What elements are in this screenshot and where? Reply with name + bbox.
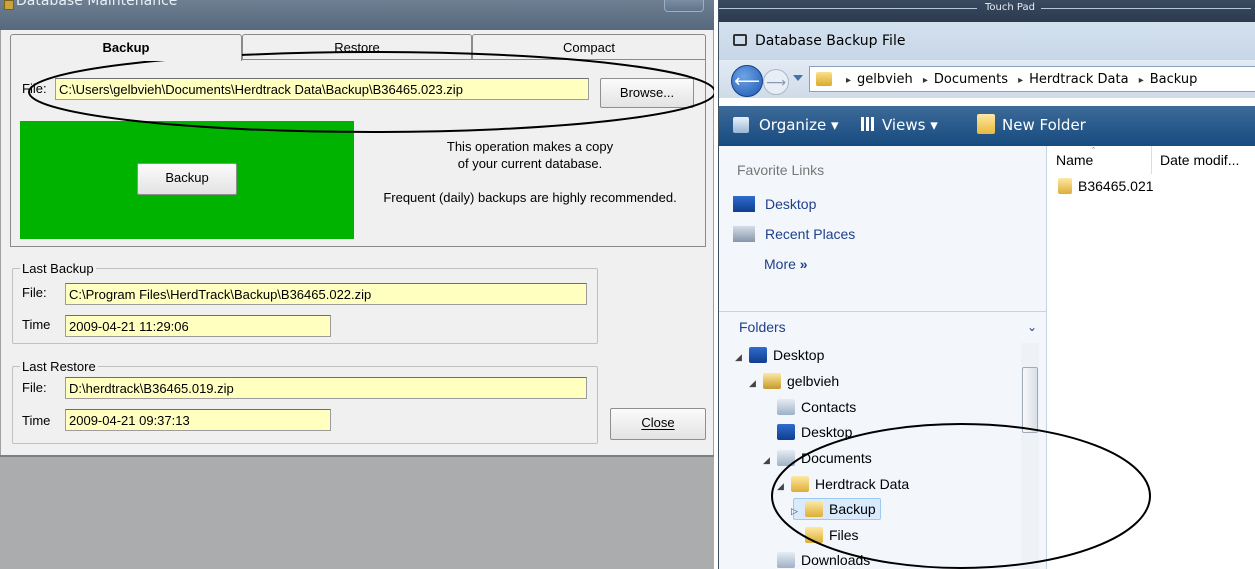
window-title: Database Maintenance bbox=[16, 0, 178, 9]
tab-compact[interactable]: Compact bbox=[472, 34, 706, 61]
title-bar: Database Maintenance bbox=[0, 0, 714, 30]
column-header-name[interactable]: Name bbox=[1048, 146, 1152, 174]
folder-icon bbox=[816, 72, 832, 86]
tree-item-desktop-2[interactable]: Desktop bbox=[763, 424, 852, 440]
backup-file-input[interactable]: C:\Users\gelbvieh\Documents\Herdtrack Da… bbox=[55, 78, 589, 100]
documents-icon bbox=[777, 450, 795, 466]
touchpad-label: Touch Pad bbox=[985, 2, 1035, 13]
favorite-desktop[interactable]: Desktop bbox=[733, 196, 816, 212]
minimize-button[interactable] bbox=[664, 0, 704, 12]
breadcrumb-documents[interactable]: Documents bbox=[934, 72, 1008, 87]
tree-item-gelbvieh[interactable]: ◢ gelbvieh bbox=[749, 373, 839, 389]
desktop-icon bbox=[777, 424, 795, 440]
new-folder-button[interactable]: New Folder bbox=[1002, 116, 1086, 134]
last-restore-time-label: Time bbox=[22, 413, 51, 428]
tree-item-backup[interactable]: ▷ Backup bbox=[791, 501, 876, 517]
desktop-icon bbox=[749, 347, 767, 363]
favorite-recent-places[interactable]: Recent Places bbox=[733, 226, 855, 242]
sort-arrow-icon: ˆ bbox=[1092, 146, 1095, 156]
breadcrumb-gelbvieh[interactable]: gelbvieh bbox=[857, 72, 913, 87]
description-line-3: Frequent (daily) backups are highly reco… bbox=[383, 190, 677, 205]
tab-restore[interactable]: Restore bbox=[242, 34, 472, 61]
organize-menu[interactable]: Organize ▾ bbox=[759, 116, 839, 134]
tree-item-contacts[interactable]: Contacts bbox=[763, 399, 856, 415]
file-list-pane: Name ˆ Date modif... B36465.021 bbox=[1048, 146, 1255, 569]
close-button[interactable]: Close bbox=[610, 408, 706, 440]
folders-header[interactable]: Folders ⌄ bbox=[719, 311, 1047, 343]
browse-button[interactable]: Browse... bbox=[600, 78, 694, 108]
last-restore-file-field: D:\herdtrack\B36465.019.zip bbox=[65, 377, 587, 399]
views-icon bbox=[861, 117, 875, 131]
command-bar: Organize ▾ Views ▾ New Folder bbox=[719, 106, 1255, 146]
forward-arrow-icon[interactable]: ⟶ bbox=[763, 69, 789, 95]
zip-file-icon bbox=[1058, 178, 1072, 194]
breadcrumb-backup[interactable]: Backup bbox=[1150, 72, 1198, 87]
back-arrow-icon[interactable]: ⟵ bbox=[731, 65, 763, 97]
last-backup-file-field: C:\Program Files\HerdTrack\Backup\B36465… bbox=[65, 283, 587, 305]
tree-scrollbar-thumb[interactable] bbox=[1022, 367, 1038, 433]
user-folder-icon bbox=[763, 373, 781, 389]
tree-item-herdtrack-data[interactable]: ◢ Herdtrack Data bbox=[777, 476, 909, 492]
last-backup-file-label: File: bbox=[22, 285, 47, 300]
history-dropdown-icon[interactable] bbox=[793, 75, 803, 81]
database-maintenance-window: Database Maintenance Backup Restore Comp… bbox=[0, 0, 714, 569]
folder-icon bbox=[805, 527, 823, 543]
recent-places-icon bbox=[733, 226, 755, 242]
organize-icon bbox=[733, 117, 749, 133]
description-line-1: This operation makes a copy bbox=[446, 139, 614, 154]
new-folder-icon bbox=[977, 114, 995, 134]
downloads-icon bbox=[777, 552, 795, 568]
tree-item-files[interactable]: Files bbox=[791, 527, 859, 543]
dialog-icon bbox=[733, 34, 747, 46]
desktop-icon bbox=[733, 196, 755, 212]
tab-backup[interactable]: Backup bbox=[10, 34, 242, 61]
last-backup-time-label: Time bbox=[22, 317, 51, 332]
dialog-title: Database Backup File bbox=[755, 33, 906, 49]
folder-icon bbox=[805, 501, 823, 517]
file-item[interactable]: B36465.021 bbox=[1058, 178, 1154, 194]
favorite-links-header: Favorite Links bbox=[737, 162, 825, 178]
chevron-down-icon[interactable]: ⌄ bbox=[1027, 320, 1037, 334]
backup-file-dialog: Touch Pad Database Backup File ⟵ ⟶ ▸ gelb… bbox=[718, 0, 1255, 569]
file-label: File: bbox=[22, 81, 47, 96]
app-icon bbox=[4, 0, 14, 10]
views-menu[interactable]: Views ▾ bbox=[882, 116, 938, 134]
contacts-icon bbox=[777, 399, 795, 415]
last-backup-legend: Last Backup bbox=[20, 261, 96, 276]
last-backup-time-field: 2009-04-21 11:29:06 bbox=[65, 315, 331, 337]
address-bar[interactable]: ▸ gelbvieh ▸ Documents ▸ Herdtrack Data ▸ Ba… bbox=[809, 66, 1255, 92]
description-line-2: of your current database. bbox=[457, 156, 603, 171]
tree-item-desktop[interactable]: ◢ Desktop bbox=[735, 347, 824, 363]
folder-icon bbox=[791, 476, 809, 492]
tree-item-documents[interactable]: ◢ Documents bbox=[763, 450, 872, 466]
last-restore-file-label: File: bbox=[22, 380, 47, 395]
background-desktop-area bbox=[0, 455, 714, 569]
touchpad-line-right bbox=[1041, 8, 1251, 9]
last-restore-legend: Last Restore bbox=[20, 359, 98, 374]
favorites-more-link[interactable]: More » bbox=[764, 256, 808, 272]
last-restore-time-field: 2009-04-21 09:37:13 bbox=[65, 409, 331, 431]
tree-item-downloads[interactable]: Downloads bbox=[763, 552, 870, 568]
touchpad-line-left bbox=[719, 8, 977, 9]
tab-strip: Backup Restore Compact bbox=[10, 34, 706, 61]
backup-button[interactable]: Backup bbox=[137, 163, 237, 195]
breadcrumb-herdtrack-data[interactable]: Herdtrack Data bbox=[1029, 72, 1128, 87]
column-header-date-modified[interactable]: Date modif... bbox=[1152, 146, 1255, 174]
breadcrumb: ▸ gelbvieh ▸ Documents ▸ Herdtrack Data ▸ Ba… bbox=[846, 72, 1198, 87]
